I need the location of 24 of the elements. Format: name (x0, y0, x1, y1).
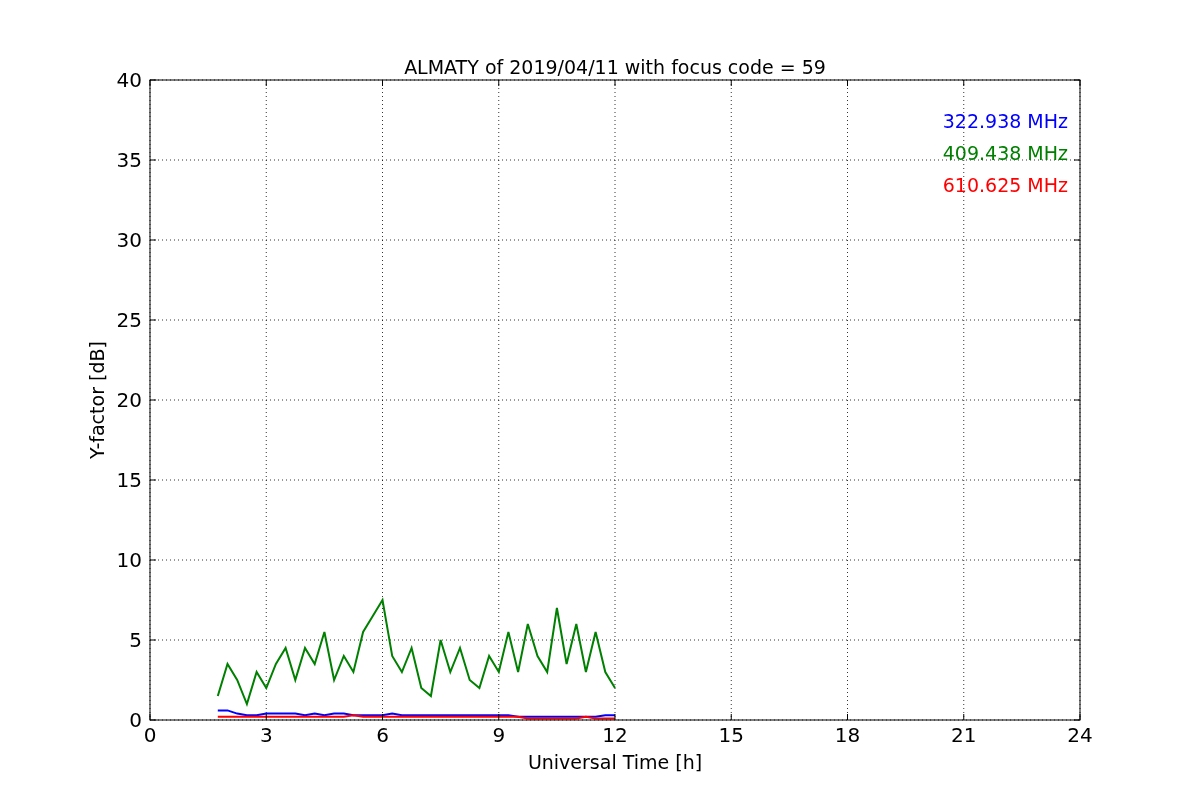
y-tick-label: 20 (116, 388, 142, 412)
legend-label: 610.625 MHz (942, 174, 1068, 196)
y-tick-label: 10 (116, 548, 142, 572)
y-tick-label: 15 (116, 468, 142, 492)
x-tick-label: 21 (951, 723, 977, 747)
y-tick-label: 5 (129, 628, 142, 652)
y-tick-label: 25 (116, 308, 142, 332)
x-tick-label: 6 (376, 723, 389, 747)
legend-label: 409.438 MHz (942, 142, 1068, 164)
x-tick-label: 24 (1067, 723, 1093, 747)
legend-label: 322.938 MHz (942, 110, 1068, 132)
y-tick-label: 35 (116, 148, 142, 172)
x-tick-label: 0 (143, 723, 157, 747)
x-tick-label: 9 (492, 723, 506, 747)
x-tick-label: 12 (602, 723, 628, 747)
x-axis-label: Universal Time [h] (527, 751, 703, 773)
x-tick-label: 3 (259, 723, 273, 747)
y-tick-label: 0 (129, 708, 142, 732)
y-tick-label: 40 (116, 68, 142, 92)
y-axis-label: Y-factor [dB] (86, 341, 108, 459)
x-tick-label: 15 (718, 723, 744, 747)
y-tick-label: 30 (116, 228, 142, 252)
x-tick-label: 18 (834, 723, 861, 747)
chart-title: ALMATY of 2019/04/11 with focus code = 59 (404, 56, 826, 78)
